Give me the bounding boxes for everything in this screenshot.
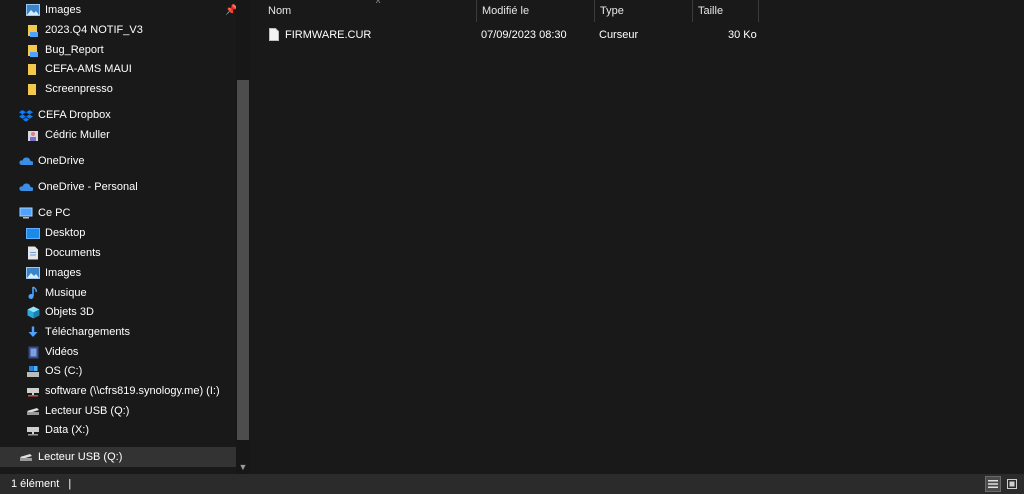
sidebar-item-label: Cédric Muller — [45, 129, 110, 141]
column-divider[interactable] — [758, 0, 759, 22]
sidebar-item-label: Bug_Report — [45, 44, 104, 56]
sidebar-item-label: OneDrive — [38, 155, 85, 167]
sidebar-item-images[interactable]: Images — [0, 263, 236, 283]
sidebar-item-lecteur-usb-root[interactable]: Lecteur USB (Q:) — [0, 447, 236, 467]
large-icons-view-button[interactable] — [1004, 476, 1020, 492]
sidebar-item-lecteur-usb[interactable]: Lecteur USB (Q:) — [0, 401, 236, 421]
documents-icon — [26, 246, 40, 260]
sidebar-item-label: Ce PC — [38, 207, 71, 219]
sidebar-item-musique[interactable]: Musique — [0, 283, 236, 303]
sidebar-item-images-quick[interactable]: Images — [0, 0, 236, 20]
computer-icon — [19, 206, 33, 220]
sidebar-item-bug-report[interactable]: Bug_Report — [0, 40, 236, 60]
sidebar-item-label: Vidéos — [45, 346, 79, 358]
sidebar-item-label: OS (C:) — [45, 365, 83, 377]
sidebar-item-label: OneDrive - Personal — [38, 181, 138, 193]
sidebar-item-onedrive[interactable]: OneDrive — [0, 151, 236, 171]
cube-icon — [26, 305, 40, 319]
cloud-icon — [19, 154, 33, 168]
sidebar-item-desktop[interactable]: Desktop — [0, 223, 236, 243]
pin-icon[interactable]: 📌 — [225, 5, 236, 16]
user-folder-icon — [26, 128, 40, 142]
sidebar-item-os-c[interactable]: OS (C:) — [0, 361, 236, 381]
desktop-icon — [26, 226, 40, 240]
status-bar: 1 élément | — [0, 474, 1024, 494]
item-count: 1 élément — [11, 478, 60, 490]
sidebar-item-software-network[interactable]: software (\\cfrs819.synology.me) (I:) — [0, 381, 236, 401]
folder-icon — [26, 43, 40, 57]
network-drive-icon — [26, 423, 40, 437]
sidebar-item-label: CEFA Dropbox — [38, 109, 111, 121]
sidebar-item-label: Screenpresso — [45, 83, 113, 95]
file-modified: 07/09/2023 08:30 — [481, 29, 567, 41]
scroll-down-arrow-icon[interactable]: ▼ — [238, 462, 248, 472]
sidebar-item-objets-3d[interactable]: Objets 3D — [0, 302, 236, 322]
sidebar-item-label: Data (X:) — [45, 424, 90, 436]
file-type: Curseur — [599, 29, 639, 41]
large-icons-view-icon — [1007, 479, 1017, 489]
download-icon — [26, 325, 40, 339]
details-view-icon — [988, 480, 998, 488]
sidebar-item-label: Images — [45, 4, 82, 16]
file-list: Nom ^ Modifié le Type Taille FIRMWARE.CU… — [250, 0, 1024, 474]
sidebar-item-label: CEFA-AMS MAUI — [45, 63, 132, 75]
folder-icon — [26, 62, 40, 76]
sidebar-item-ce-pc[interactable]: Ce PC — [0, 203, 236, 223]
column-header-size[interactable]: Taille — [692, 0, 758, 22]
sidebar-item-screenpresso[interactable]: Screenpresso — [0, 79, 236, 99]
sidebar-item-label: software (\\cfrs819.synology.me) (I:) — [45, 385, 220, 397]
cloud-icon — [19, 180, 33, 194]
sidebar-item-label: Images — [45, 267, 82, 279]
sidebar-item-2023-q4-notif[interactable]: 2023.Q4 NOTIF_V3 — [0, 20, 236, 40]
details-view-button[interactable] — [985, 476, 1001, 492]
sidebar-item-label: Lecteur USB (Q:) — [38, 451, 123, 463]
usb-drive-icon — [26, 404, 40, 418]
sidebar-item-label: Documents — [45, 247, 101, 259]
sort-ascending-icon: ^ — [376, 0, 381, 8]
network-drive-icon — [26, 384, 40, 398]
folder-icon — [26, 82, 40, 96]
scrollbar-thumb[interactable] — [237, 80, 249, 440]
sidebar-item-label: Musique — [45, 287, 87, 299]
file-icon — [269, 28, 279, 44]
sidebar-item-label: Lecteur USB (Q:) — [45, 405, 130, 417]
sidebar-item-videos[interactable]: Vidéos — [0, 342, 236, 362]
music-icon — [26, 286, 40, 300]
sidebar-item-label: Desktop — [45, 227, 86, 239]
images-icon — [26, 266, 40, 280]
drive-icon — [26, 364, 40, 378]
sidebar-item-label: Téléchargements — [45, 326, 130, 338]
sidebar-item-label: 2023.Q4 NOTIF_V3 — [45, 24, 143, 36]
video-icon — [26, 345, 40, 359]
usb-drive-icon — [19, 450, 33, 464]
images-icon — [26, 3, 40, 17]
sidebar-item-cefa-ams-maui[interactable]: CEFA-AMS MAUI — [0, 59, 236, 79]
file-size: 30 Ko — [728, 29, 757, 41]
sidebar-item-documents[interactable]: Documents — [0, 243, 236, 263]
status-separator: | — [68, 478, 72, 490]
sidebar-item-cefa-dropbox[interactable]: CEFA Dropbox — [0, 105, 236, 125]
column-header-name[interactable]: Nom ^ — [262, 0, 476, 22]
column-header-modified[interactable]: Modifié le — [476, 0, 594, 22]
sidebar-item-onedrive-personal[interactable]: OneDrive - Personal — [0, 177, 236, 197]
sidebar-scrollbar[interactable]: ▼ — [236, 0, 250, 474]
file-name: FIRMWARE.CUR — [285, 29, 372, 41]
folder-icon — [26, 23, 40, 37]
sidebar-item-data-x[interactable]: Data (X:) — [0, 420, 236, 440]
sidebar-item-telechargements[interactable]: Téléchargements — [0, 322, 236, 342]
table-row[interactable]: FIRMWARE.CUR 07/09/2023 08:30 Curseur 30… — [250, 25, 1024, 45]
column-header-type[interactable]: Type — [594, 0, 692, 22]
sidebar-item-label: Objets 3D — [45, 306, 94, 318]
sidebar-item-cedric-muller[interactable]: Cédric Muller — [0, 125, 236, 145]
navigation-pane: Images 📌 2023.Q4 NOTIF_V3 Bug_Report CEF… — [0, 0, 236, 474]
dropbox-icon — [19, 108, 33, 122]
